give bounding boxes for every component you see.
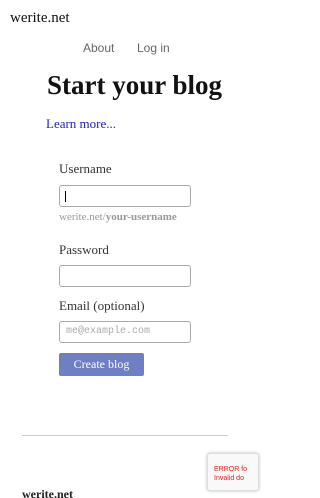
- email-label: Email (optional): [59, 298, 145, 313]
- email-input[interactable]: me@example.com: [59, 321, 191, 343]
- url-username-placeholder: your-username: [105, 211, 177, 223]
- username-label: Username: [59, 161, 112, 176]
- learn-more-link[interactable]: Learn more...: [46, 116, 116, 132]
- username-input[interactable]: [59, 185, 191, 207]
- password-input[interactable]: [59, 265, 191, 287]
- password-label: Password: [59, 242, 109, 257]
- recaptcha-error-badge: ERROR fo Invalid do: [207, 453, 259, 491]
- nav-login-link[interactable]: Log in: [137, 41, 170, 55]
- nav-about-link[interactable]: About: [83, 41, 114, 55]
- footer-divider: [22, 435, 228, 436]
- recaptcha-error-line-1: ERROR fo: [214, 466, 248, 473]
- footer-site-name[interactable]: werite.net: [22, 487, 73, 498]
- blog-url-hint: werite.net/your-username: [59, 211, 177, 223]
- page-title: Start your blog: [47, 70, 223, 100]
- text-caret: [65, 191, 66, 202]
- email-placeholder: me@example.com: [66, 326, 151, 337]
- page: werite.net About Log in Start your blog …: [0, 0, 259, 498]
- url-prefix: werite.net/: [59, 211, 106, 223]
- site-name-link[interactable]: werite.net: [10, 10, 70, 27]
- recaptcha-error-line-2: Invalid do: [214, 475, 244, 482]
- create-blog-button[interactable]: Create blog: [59, 353, 144, 376]
